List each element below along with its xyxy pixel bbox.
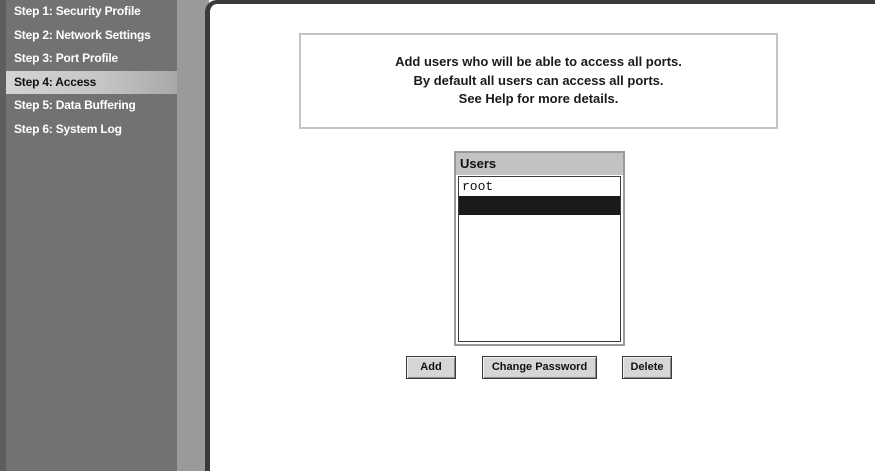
- nav-item-network-settings[interactable]: Step 2: Network Settings: [6, 24, 177, 48]
- nav-item-access[interactable]: Step 4: Access: [6, 70, 177, 94]
- users-panel: Users root: [454, 151, 625, 346]
- nav-item-data-buffering[interactable]: Step 5: Data Buffering: [6, 94, 177, 118]
- change-password-button[interactable]: Change Password: [482, 356, 597, 379]
- nav-item-port-profile[interactable]: Step 3: Port Profile: [6, 47, 177, 71]
- users-listbox[interactable]: root: [458, 176, 621, 342]
- nav-item-security-profile[interactable]: Step 1: Security Profile: [6, 0, 177, 24]
- nav-item-system-log[interactable]: Step 6: System Log: [6, 118, 177, 142]
- instruction-line: See Help for more details.: [458, 91, 619, 107]
- sidebar-nav: Step 1: Security Profile Step 2: Network…: [0, 0, 177, 471]
- users-list-header: Users: [456, 153, 623, 175]
- instruction-line: Add users who will be able to access all…: [395, 54, 682, 70]
- user-list-item-selected[interactable]: [459, 196, 620, 215]
- add-user-button[interactable]: Add: [406, 356, 456, 379]
- user-list-item[interactable]: root: [459, 177, 620, 196]
- instructions-box: Add users who will be able to access all…: [299, 33, 778, 129]
- delete-user-button[interactable]: Delete: [622, 356, 672, 379]
- instruction-line: By default all users can access all port…: [413, 72, 664, 88]
